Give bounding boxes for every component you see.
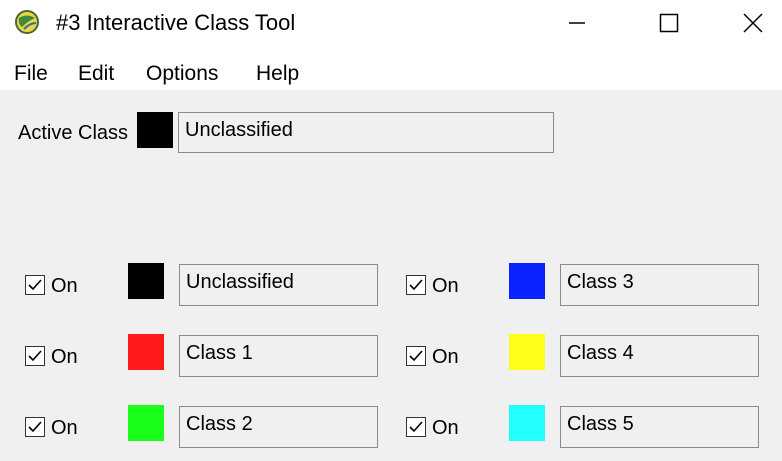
checkbox-box xyxy=(25,346,45,366)
class-on-checkbox[interactable]: On xyxy=(406,273,476,299)
class-name-field[interactable]: Class 1 xyxy=(179,335,378,377)
minimize-button[interactable] xyxy=(548,0,606,46)
menu-bar: File Edit Options Help xyxy=(0,56,782,90)
class-on-checkbox[interactable]: On xyxy=(25,273,95,299)
checkmark-icon xyxy=(28,279,42,291)
class-color-swatch[interactable] xyxy=(128,405,164,441)
checkbox-label: On xyxy=(432,346,459,368)
checkbox-label: On xyxy=(51,417,78,439)
class-color-swatch[interactable] xyxy=(128,334,164,370)
menu-file[interactable]: File xyxy=(14,60,48,88)
class-name-field[interactable]: Class 3 xyxy=(560,264,759,306)
checkbox-label: On xyxy=(51,275,78,297)
class-on-checkbox[interactable]: On xyxy=(25,415,95,441)
class-color-swatch[interactable] xyxy=(509,334,545,370)
active-class-field[interactable]: Unclassified xyxy=(178,112,554,153)
globe-icon xyxy=(14,9,40,35)
checkbox-box xyxy=(25,275,45,295)
class-color-swatch[interactable] xyxy=(509,263,545,299)
menu-edit[interactable]: Edit xyxy=(78,60,114,88)
class-name-field[interactable]: Class 2 xyxy=(179,406,378,448)
minimize-icon xyxy=(569,22,585,24)
checkbox-box xyxy=(406,417,426,437)
maximize-icon xyxy=(659,13,679,33)
checkmark-icon xyxy=(28,350,42,362)
class-name-field[interactable]: Unclassified xyxy=(179,264,378,306)
client-area: Active Class Unclassified On Unclassifie… xyxy=(0,90,782,461)
checkbox-label: On xyxy=(51,346,78,368)
class-on-checkbox[interactable]: On xyxy=(406,344,476,370)
close-button[interactable] xyxy=(724,0,782,46)
active-class-label: Active Class xyxy=(18,122,129,144)
maximize-button[interactable] xyxy=(640,0,698,46)
menu-help[interactable]: Help xyxy=(256,60,299,88)
title-bar: #3 Interactive Class Tool xyxy=(0,0,782,46)
class-on-checkbox[interactable]: On xyxy=(406,415,476,441)
class-name-field[interactable]: Class 4 xyxy=(560,335,759,377)
checkmark-icon xyxy=(28,421,42,433)
class-color-swatch[interactable] xyxy=(128,263,164,299)
close-icon xyxy=(743,13,763,33)
checkbox-box xyxy=(406,275,426,295)
window-title: #3 Interactive Class Tool xyxy=(56,10,296,35)
class-on-checkbox[interactable]: On xyxy=(25,344,95,370)
checkbox-box xyxy=(25,417,45,437)
class-color-swatch[interactable] xyxy=(509,405,545,441)
checkbox-label: On xyxy=(432,275,459,297)
checkmark-icon xyxy=(409,421,423,433)
menu-options[interactable]: Options xyxy=(146,60,218,88)
class-name-field[interactable]: Class 5 xyxy=(560,406,759,448)
checkmark-icon xyxy=(409,350,423,362)
active-class-swatch[interactable] xyxy=(137,112,173,148)
checkmark-icon xyxy=(409,279,423,291)
checkbox-label: On xyxy=(432,417,459,439)
checkbox-box xyxy=(406,346,426,366)
